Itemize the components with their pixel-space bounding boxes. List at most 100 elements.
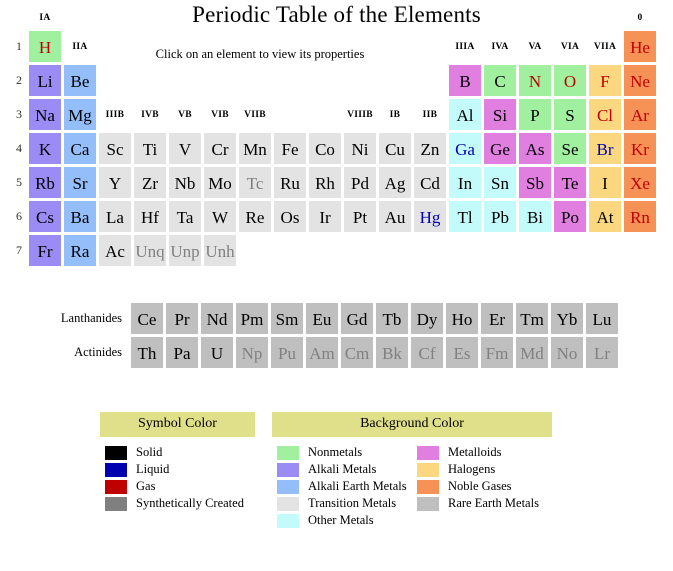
element-cell-cf[interactable]: Cf <box>410 336 444 369</box>
element-cell-rn[interactable]: Rn <box>623 200 657 233</box>
element-cell-se[interactable]: Se <box>553 132 587 165</box>
element-cell-na[interactable]: Na <box>28 98 62 131</box>
element-cell-eu[interactable]: Eu <box>305 302 339 335</box>
element-cell-unh[interactable]: Unh <box>203 234 237 267</box>
element-cell-nd[interactable]: Nd <box>200 302 234 335</box>
element-cell-yb[interactable]: Yb <box>550 302 584 335</box>
element-cell-ga[interactable]: Ga <box>448 132 482 165</box>
element-cell-rb[interactable]: Rb <box>28 166 62 199</box>
element-cell-np[interactable]: Np <box>235 336 269 369</box>
element-cell-ir[interactable]: Ir <box>308 200 342 233</box>
element-cell-at[interactable]: At <box>588 200 622 233</box>
element-cell-es[interactable]: Es <box>445 336 479 369</box>
element-cell-au[interactable]: Au <box>378 200 412 233</box>
element-cell-mg[interactable]: Mg <box>63 98 97 131</box>
element-cell-co[interactable]: Co <box>308 132 342 165</box>
element-cell-zn[interactable]: Zn <box>413 132 447 165</box>
element-cell-pb[interactable]: Pb <box>483 200 517 233</box>
element-cell-ca[interactable]: Ca <box>63 132 97 165</box>
element-cell-al[interactable]: Al <box>448 98 482 131</box>
element-cell-fe[interactable]: Fe <box>273 132 307 165</box>
element-cell-cd[interactable]: Cd <box>413 166 447 199</box>
element-cell-sm[interactable]: Sm <box>270 302 304 335</box>
element-cell-tl[interactable]: Tl <box>448 200 482 233</box>
element-cell-hf[interactable]: Hf <box>133 200 167 233</box>
element-cell-ra[interactable]: Ra <box>63 234 97 267</box>
element-cell-cr[interactable]: Cr <box>203 132 237 165</box>
element-cell-pm[interactable]: Pm <box>235 302 269 335</box>
element-cell-gd[interactable]: Gd <box>340 302 374 335</box>
element-cell-pr[interactable]: Pr <box>165 302 199 335</box>
element-cell-pa[interactable]: Pa <box>165 336 199 369</box>
element-cell-tm[interactable]: Tm <box>515 302 549 335</box>
element-cell-k[interactable]: K <box>28 132 62 165</box>
element-cell-dy[interactable]: Dy <box>410 302 444 335</box>
element-cell-mo[interactable]: Mo <box>203 166 237 199</box>
element-cell-am[interactable]: Am <box>305 336 339 369</box>
element-cell-la[interactable]: La <box>98 200 132 233</box>
element-cell-o[interactable]: O <box>553 64 587 97</box>
element-cell-ce[interactable]: Ce <box>130 302 164 335</box>
element-cell-p[interactable]: P <box>518 98 552 131</box>
element-cell-li[interactable]: Li <box>28 64 62 97</box>
element-cell-b[interactable]: B <box>448 64 482 97</box>
element-cell-sr[interactable]: Sr <box>63 166 97 199</box>
element-cell-lr[interactable]: Lr <box>585 336 619 369</box>
element-cell-ag[interactable]: Ag <box>378 166 412 199</box>
element-cell-hg[interactable]: Hg <box>413 200 447 233</box>
element-cell-sc[interactable]: Sc <box>98 132 132 165</box>
element-cell-po[interactable]: Po <box>553 200 587 233</box>
element-cell-re[interactable]: Re <box>238 200 272 233</box>
element-cell-rh[interactable]: Rh <box>308 166 342 199</box>
element-cell-c[interactable]: C <box>483 64 517 97</box>
element-cell-bk[interactable]: Bk <box>375 336 409 369</box>
element-cell-no[interactable]: No <box>550 336 584 369</box>
element-cell-cm[interactable]: Cm <box>340 336 374 369</box>
element-cell-mn[interactable]: Mn <box>238 132 272 165</box>
element-cell-br[interactable]: Br <box>588 132 622 165</box>
element-cell-f[interactable]: F <box>588 64 622 97</box>
element-cell-y[interactable]: Y <box>98 166 132 199</box>
element-cell-te[interactable]: Te <box>553 166 587 199</box>
element-cell-pu[interactable]: Pu <box>270 336 304 369</box>
element-cell-si[interactable]: Si <box>483 98 517 131</box>
element-cell-lu[interactable]: Lu <box>585 302 619 335</box>
element-cell-fm[interactable]: Fm <box>480 336 514 369</box>
element-cell-cs[interactable]: Cs <box>28 200 62 233</box>
element-cell-ta[interactable]: Ta <box>168 200 202 233</box>
element-cell-pd[interactable]: Pd <box>343 166 377 199</box>
element-cell-unq[interactable]: Unq <box>133 234 167 267</box>
element-cell-bi[interactable]: Bi <box>518 200 552 233</box>
element-cell-zr[interactable]: Zr <box>133 166 167 199</box>
element-cell-ar[interactable]: Ar <box>623 98 657 131</box>
element-cell-os[interactable]: Os <box>273 200 307 233</box>
element-cell-tc[interactable]: Tc <box>238 166 272 199</box>
element-cell-ru[interactable]: Ru <box>273 166 307 199</box>
element-cell-ac[interactable]: Ac <box>98 234 132 267</box>
element-cell-u[interactable]: U <box>200 336 234 369</box>
element-cell-in[interactable]: In <box>448 166 482 199</box>
element-cell-ge[interactable]: Ge <box>483 132 517 165</box>
element-cell-xe[interactable]: Xe <box>623 166 657 199</box>
element-cell-cl[interactable]: Cl <box>588 98 622 131</box>
element-cell-ho[interactable]: Ho <box>445 302 479 335</box>
element-cell-w[interactable]: W <box>203 200 237 233</box>
element-cell-he[interactable]: He <box>623 30 657 63</box>
element-cell-tb[interactable]: Tb <box>375 302 409 335</box>
element-cell-md[interactable]: Md <box>515 336 549 369</box>
element-cell-s[interactable]: S <box>553 98 587 131</box>
element-cell-ba[interactable]: Ba <box>63 200 97 233</box>
element-cell-kr[interactable]: Kr <box>623 132 657 165</box>
element-cell-i[interactable]: I <box>588 166 622 199</box>
element-cell-n[interactable]: N <box>518 64 552 97</box>
element-cell-be[interactable]: Be <box>63 64 97 97</box>
element-cell-th[interactable]: Th <box>130 336 164 369</box>
element-cell-ti[interactable]: Ti <box>133 132 167 165</box>
element-cell-nb[interactable]: Nb <box>168 166 202 199</box>
element-cell-cu[interactable]: Cu <box>378 132 412 165</box>
element-cell-fr[interactable]: Fr <box>28 234 62 267</box>
element-cell-sb[interactable]: Sb <box>518 166 552 199</box>
element-cell-h[interactable]: H <box>28 30 62 63</box>
element-cell-sn[interactable]: Sn <box>483 166 517 199</box>
element-cell-er[interactable]: Er <box>480 302 514 335</box>
